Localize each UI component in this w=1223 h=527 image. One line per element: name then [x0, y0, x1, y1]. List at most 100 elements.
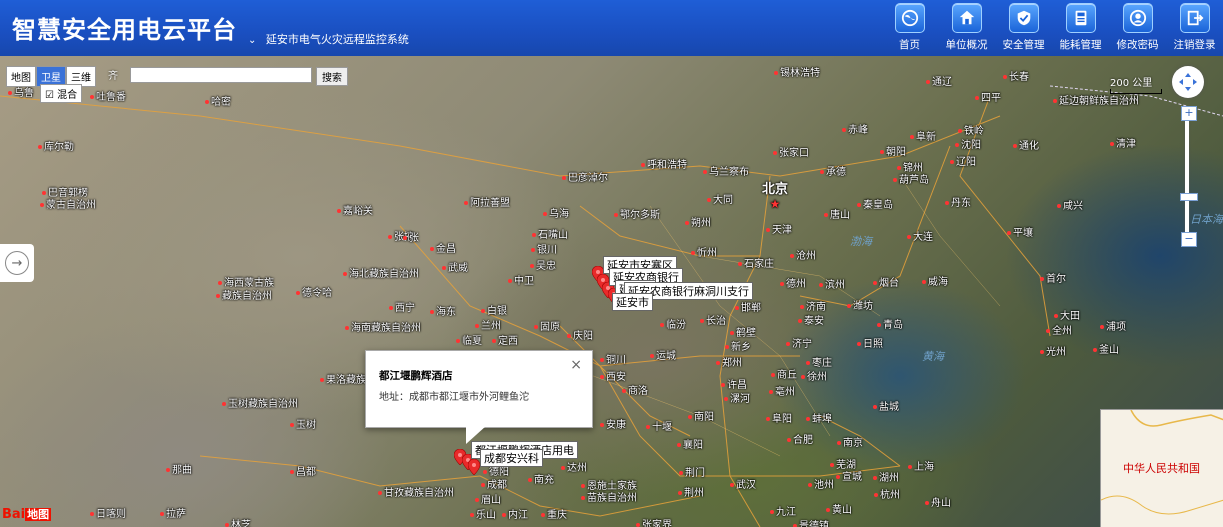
info-window: 都江堰鹏辉酒店 地址：成都市都江堰市外河鲤鱼沱 ×	[365, 350, 593, 444]
city-label: 石嘴山	[532, 226, 568, 241]
city-name: 沈阳	[961, 140, 981, 151]
city-dot-icon	[481, 483, 485, 487]
map-scale: 200 公里	[1110, 74, 1162, 94]
city-label: 长治	[700, 312, 726, 327]
city-label: 黄山	[826, 501, 852, 516]
city-label: 徐州	[801, 368, 827, 383]
subsystem-label: 延安市电气火灾远程监控系统	[265, 33, 409, 46]
city-label: 荆州	[678, 484, 704, 499]
city-dot-icon	[660, 323, 664, 327]
zoom-in-button[interactable]: +	[1181, 106, 1197, 121]
city-name: 景德镇	[799, 521, 829, 527]
city-label: 舟山	[925, 494, 951, 509]
marker-label[interactable]: 成都安兴科	[480, 449, 543, 467]
city-label: 银川	[531, 241, 557, 256]
map-search-button[interactable]: 搜索	[316, 67, 348, 86]
nav-safety[interactable]: 安全管理	[995, 3, 1052, 55]
city-label: 海北藏族自治州	[343, 265, 419, 280]
city-label: 那曲	[166, 461, 192, 476]
search-prefix: 齐	[108, 71, 118, 82]
city-label: 秦皇岛	[857, 196, 893, 211]
city-dot-icon	[337, 209, 341, 213]
city-label: 平壤	[1007, 224, 1033, 239]
city-name: 首尔	[1046, 274, 1066, 285]
capital-star-icon: ★	[769, 197, 781, 211]
city-name: 延边朝鲜族自治州	[1059, 96, 1139, 107]
city-name: 合肥	[793, 435, 813, 446]
nav-change-password-label: 修改密码	[1116, 39, 1159, 51]
map-type-map[interactable]: 地图	[6, 66, 36, 87]
city-label: 临夏	[456, 332, 482, 347]
city-dot-icon	[508, 279, 512, 283]
city-name: 蚌埠	[812, 414, 832, 425]
zoom-slider[interactable]	[1185, 108, 1189, 238]
city-dot-icon	[1093, 348, 1097, 352]
city-dot-icon	[430, 310, 434, 314]
city-dot-icon	[771, 373, 775, 377]
city-name: 阿拉善盟	[470, 198, 510, 209]
city-dot-icon	[910, 135, 914, 139]
city-name: 泰安	[804, 316, 824, 327]
city-dot-icon	[730, 483, 734, 487]
zoom-handle[interactable]	[1180, 193, 1198, 201]
map-search-input[interactable]	[130, 67, 312, 83]
scale-bar	[1110, 89, 1162, 94]
city-dot-icon	[897, 166, 901, 170]
subsystem-selector[interactable]: ⌄ 延安市电气火灾远程监控系统	[248, 31, 409, 47]
city-dot-icon	[908, 465, 912, 469]
city-dot-icon	[688, 415, 692, 419]
city-dot-icon	[1003, 75, 1007, 79]
pan-control[interactable]	[1172, 66, 1204, 98]
city-dot-icon	[646, 425, 650, 429]
city-dot-icon	[724, 397, 728, 401]
city-name: 郑州	[722, 358, 742, 369]
city-name: 商洛	[628, 386, 648, 397]
side-panel-toggle[interactable]: →	[0, 244, 34, 282]
city-label: 朔州	[685, 214, 711, 229]
city-name: 潍坊	[853, 301, 873, 312]
city-dot-icon	[716, 361, 720, 365]
city-label: 邯郸	[735, 299, 761, 314]
city-name: 石家庄	[744, 259, 774, 270]
city-dot-icon	[614, 213, 618, 217]
overview-map[interactable]: 中华人民共和国	[1100, 409, 1223, 527]
baidu-logo[interactable]: Bai 地图	[2, 506, 52, 522]
nav-unit-overview[interactable]: 单位概况	[938, 3, 995, 55]
city-label: 铜川	[600, 351, 626, 366]
city-label: 锡林浩特	[774, 64, 820, 79]
city-name: 光州	[1046, 347, 1066, 358]
nav-unit-overview-label: 单位概况	[945, 39, 988, 51]
zoom-out-button[interactable]: −	[1181, 232, 1197, 247]
city-label: 海东	[430, 303, 456, 318]
city-dot-icon	[388, 235, 392, 239]
city-dot-icon	[622, 389, 626, 393]
city-label: 合肥	[787, 431, 813, 446]
city-label: 内江	[502, 506, 528, 521]
chevron-down-icon: ⌄	[248, 35, 257, 46]
city-label: 南京	[837, 434, 863, 449]
nav-safety-label: 安全管理	[1002, 39, 1045, 51]
marker-label[interactable]: 延安市	[612, 293, 653, 311]
city-dot-icon	[492, 339, 496, 343]
nav-energy[interactable]: 能耗管理	[1052, 3, 1109, 55]
city-label: 昌都	[290, 463, 316, 478]
nav-change-password[interactable]: 修改密码	[1109, 3, 1166, 55]
city-dot-icon	[820, 170, 824, 174]
nav-logout[interactable]: 注销登录	[1166, 3, 1223, 55]
shield-icon	[1008, 3, 1039, 33]
satellite-map[interactable]: 乌鲁 吐鲁番 哈密 库尔勒 巴音郭楞 蒙古自治州 嘉峪关 阿拉善盟 巴彦淖尔 呼和浩特 乌兰察布 张家…	[0, 56, 1223, 527]
city-label: 庆阳	[567, 327, 593, 342]
city-label: 固原	[534, 318, 560, 333]
nav-home[interactable]: 首页	[881, 3, 938, 55]
city-dot-icon	[567, 334, 571, 338]
map-marker-icon[interactable]	[467, 458, 481, 476]
hybrid-checkbox[interactable]: ☑ 混合	[40, 84, 83, 103]
city-label: 嘉峪关	[337, 202, 373, 217]
city-label: 通化	[1013, 137, 1039, 152]
city-label: 大同	[707, 191, 733, 206]
close-icon[interactable]: ×	[570, 357, 582, 373]
city-name: 吴忠	[536, 261, 556, 272]
city-dot-icon	[801, 375, 805, 379]
city-dot-icon	[800, 305, 804, 309]
city-label: 临汾	[660, 316, 686, 331]
